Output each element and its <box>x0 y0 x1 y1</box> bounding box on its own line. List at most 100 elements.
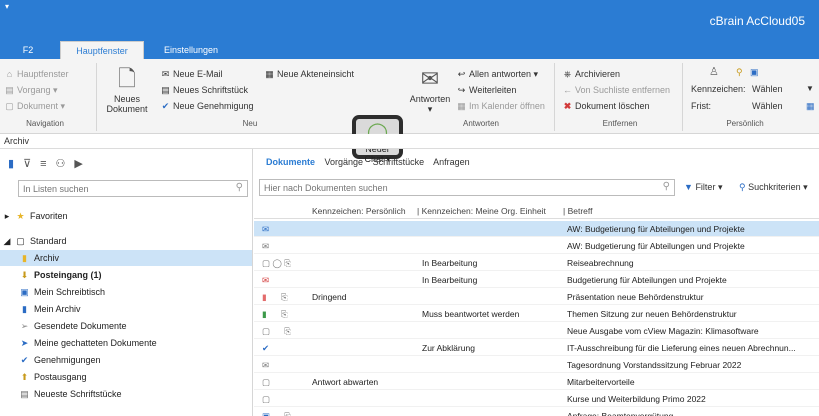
presentation-attachment-icon: ▮ ⎘ <box>262 292 288 302</box>
folder-arrow-icon[interactable]: ▶ <box>74 158 91 170</box>
table-row[interactable]: ▢ Kurse und Weiterbildung Primo 2022 <box>254 391 819 407</box>
list-item-neueste-schriftstuecke[interactable]: ▤ Neueste Schriftstücke <box>0 386 252 402</box>
column-header-betreff[interactable]: | Betreff <box>563 206 592 216</box>
table-row[interactable]: ▢ ⎘ Neue Ausgabe vom cView Magazin: Klima… <box>254 323 819 339</box>
tab-schriftstuecke[interactable]: Schriftstücke <box>373 157 425 167</box>
table-row[interactable]: ✉ AW: Budgetierung für Abteilungen und Pr… <box>254 238 819 254</box>
pin-icon[interactable]: ⚲ <box>736 65 743 79</box>
note-icon: ▤ <box>161 85 170 95</box>
outbox-icon: ⬆ <box>20 372 29 382</box>
filter-button[interactable]: ▼ Filter ▾ <box>684 182 722 193</box>
breadcrumb-archiv: Archiv <box>4 136 30 146</box>
ribbon-separator <box>96 63 97 131</box>
list-icon[interactable]: ≡ <box>40 158 55 170</box>
weiterleiten-button[interactable]: ↪ Weiterleiten <box>456 83 517 97</box>
list-view-icon[interactable]: ▮ <box>8 158 23 170</box>
left-pane: ▮⊽≡⚇▶ ⚲ ▸★Favoriten ◢▢Standard ▮Archiv ⬇… <box>0 149 253 416</box>
approval-icon: ✔ <box>262 343 270 353</box>
neue-email-button[interactable]: ✉ Neue E-Mail <box>160 67 223 81</box>
ribbon-separator <box>682 63 683 131</box>
arrow-left-icon: ← <box>563 85 572 95</box>
tab-vorgaenge[interactable]: Vorgänge <box>325 157 364 167</box>
group-label-navigation: Navigation <box>26 119 64 128</box>
frist-label: Frist: <box>691 101 711 111</box>
tab-f2[interactable]: F2 <box>14 41 42 59</box>
ribbon-separator <box>554 63 555 131</box>
archivieren-button[interactable]: ⎈ Archivieren <box>562 67 620 81</box>
table-row[interactable]: ▢ Antwort abwarten Mitarbeitervorteile <box>254 374 819 390</box>
allen-antworten-button[interactable]: ↩ Allen antworten ▾ <box>456 67 538 81</box>
desktop-icon[interactable]: ▣ <box>750 65 759 79</box>
frist-waehlen-button[interactable]: Wählen <box>752 99 783 113</box>
list-search-input[interactable] <box>19 181 247 196</box>
group-label-antworten: Antworten <box>462 119 500 128</box>
dropdown-arrow-icon[interactable]: ▼ <box>806 82 814 96</box>
list-item-mein-archiv[interactable]: ▮ Mein Archiv <box>0 301 252 317</box>
list-item-gesendete-dokumente[interactable]: ➢ Gesendete Dokumente <box>0 318 252 334</box>
list-item-genehmigungen[interactable]: ✔ Genehmigungen <box>0 352 252 368</box>
im-kalender-oeffnen-button[interactable]: ▦ Im Kalender öffnen <box>456 99 545 113</box>
table-row[interactable]: ▣ ⎘ Anfrage: Beamtenvergütung <box>254 408 819 416</box>
reply-all-icon: ↩ <box>457 69 466 79</box>
folder-icon: ▢ <box>16 236 25 246</box>
tab-anfragen[interactable]: Anfragen <box>433 157 470 167</box>
document-tabs: Dokumente Vorgänge Schriftstücke Anfrage… <box>266 157 477 167</box>
table-row[interactable]: ✉ Tagesordnung Vorstandssitzung Februar 2… <box>254 357 819 373</box>
users-icon[interactable]: ⚇ <box>56 158 75 170</box>
list-item-standard[interactable]: ◢ ▢ Standard <box>0 233 252 249</box>
chat-arrow-icon: ➤ <box>20 338 29 348</box>
nav-dokument-button[interactable]: ▢ Dokument ▾ <box>4 99 65 113</box>
neues-dokument-button[interactable]: 🗋 Neues Dokument <box>102 66 152 115</box>
list-item-favoriten[interactable]: ▸ ★ Favoriten <box>0 208 252 224</box>
list-search-box: ⚲ <box>18 180 248 197</box>
window-title: cBrain AcCloud05 <box>709 14 805 28</box>
neue-akteneinsicht-button[interactable]: ▦ Neue Akteneinsicht <box>264 67 354 81</box>
document-search-input[interactable] <box>260 180 674 195</box>
von-suchliste-entfernen-button[interactable]: ← Von Suchliste entfernen <box>562 83 670 97</box>
list-item-postausgang[interactable]: ⬆ Postausgang <box>0 369 252 385</box>
nav-vorgang-button[interactable]: ▤ Vorgang ▾ <box>4 83 57 97</box>
document-attachment-icon: ▢ ⎘ <box>262 326 292 336</box>
table-row[interactable]: ▮ ⎘ Muss beantwortet werden Themen Sitzung… <box>254 306 819 322</box>
tab-einstellungen[interactable]: Einstellungen <box>155 41 227 59</box>
list-item-archiv[interactable]: ▮ Archiv <box>0 250 252 266</box>
calendar-icon[interactable]: ▦ <box>806 99 815 113</box>
sent-icon: ➢ <box>20 321 29 331</box>
neue-genehmigung-button[interactable]: ✔ Neue Genehmigung <box>160 99 254 113</box>
forward-icon: ↪ <box>457 85 466 95</box>
new-document-icon: 🗋 <box>118 66 136 91</box>
tab-dokumente[interactable]: Dokumente <box>266 157 315 167</box>
table-row[interactable]: ✉ In Bearbeitung Budgetierung für Abteilun… <box>254 272 819 288</box>
personal-archive-icon: ▮ <box>22 304 27 314</box>
column-header-kennzeichen-persoenlich[interactable]: Kennzeichen: Persönlich <box>312 206 406 216</box>
document-search-box: ⚲ <box>259 179 675 196</box>
delete-icon: ✖ <box>563 101 572 111</box>
table-row[interactable]: ▢ ◯ ⎘ In Bearbeitung Reiseabrechnung <box>254 255 819 271</box>
archive-icon: ⎈ <box>563 69 572 79</box>
search-icon[interactable]: ⚲ <box>663 181 670 192</box>
quick-access-menu[interactable]: ▾ <box>5 2 9 11</box>
kennzeichen-waehlen-button[interactable]: Wählen <box>752 82 783 96</box>
column-header-kennzeichen-org[interactable]: | Kennzeichen: Meine Org. Einheit <box>417 206 546 216</box>
neues-schriftstueck-button[interactable]: ▤ Neues Schriftstück <box>160 83 248 97</box>
list-toolbar: ▮⊽≡⚇▶ <box>8 157 92 170</box>
dokument-loeschen-button[interactable]: ✖ Dokument löschen <box>562 99 650 113</box>
table-row[interactable]: ▮ ⎘ Dringend Präsentation neue Behördenstr… <box>254 289 819 305</box>
list-item-posteingang[interactable]: ⬇ Posteingang (1) <box>0 267 252 283</box>
document-pane: Dokumente Vorgänge Schriftstücke Anfrage… <box>254 149 819 416</box>
inbox-icon: ⬇ <box>20 270 29 280</box>
list-item-mein-schreibtisch[interactable]: ▣ Mein Schreibtisch <box>0 284 252 300</box>
search-icon[interactable]: ⚲ <box>236 182 243 193</box>
table-row[interactable]: ✔ Zur Abklärung IT-Ausschreibung für die L… <box>254 340 819 356</box>
collapse-arrow-icon: ◢ <box>3 236 11 246</box>
antworten-button[interactable]: ✉ Antworten ▾ <box>406 67 454 115</box>
list-item-meine-gechatteten-dokumente[interactable]: ➤ Meine gechatteten Dokumente <box>0 335 252 351</box>
table-row[interactable]: ✉ AW: Budgetierung für Abteilungen und Pr… <box>254 221 819 237</box>
title-bar: ▾ cBrain AcCloud05 <box>0 0 819 41</box>
suchkriterien-button[interactable]: ⚲ Suchkriterien ▾ <box>739 182 808 193</box>
tab-hauptfenster[interactable]: Hauptfenster <box>60 41 144 59</box>
filter-tree-icon[interactable]: ⊽ <box>23 158 40 170</box>
expand-arrow-icon: ▸ <box>4 211 10 221</box>
recent-notes-icon: ▤ <box>20 389 29 399</box>
nav-hauptfenster-button[interactable]: ⌂ Hauptfenster <box>4 67 69 81</box>
